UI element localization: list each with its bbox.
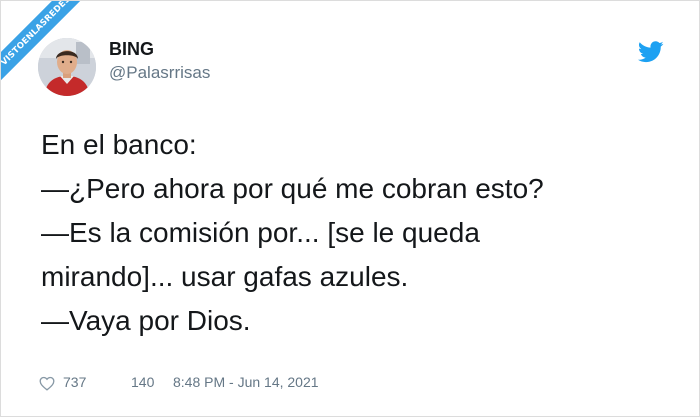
author-name[interactable]: BING: [109, 39, 154, 60]
tweet-text: En el banco: —¿Pero ahora por qué me cob…: [41, 123, 681, 343]
watermark-ribbon: VISTOENLASREDES: [1, 1, 93, 92]
retweet-count[interactable]: 140: [131, 374, 154, 390]
tweet-timestamp[interactable]: 8:48 PM - Jun 14, 2021: [173, 374, 319, 390]
tweet-text-line: mirando]... usar gafas azules.: [41, 261, 409, 292]
tweet-card: BING @Palasrrisas En el banco: —¿Pero ah…: [1, 1, 700, 417]
tweet-text-line: —Vaya por Dios.: [41, 305, 251, 336]
heart-icon[interactable]: [39, 376, 55, 391]
tweet-text-line: En el banco:: [41, 129, 197, 160]
tweet-card-page: VISTOENLASREDES BING @Palasrrisas En el …: [0, 0, 700, 417]
tweet-text-line: —¿Pero ahora por qué me cobran esto?: [41, 173, 544, 204]
twitter-bird-icon[interactable]: [637, 41, 664, 63]
author-handle[interactable]: @Palasrrisas: [109, 63, 210, 83]
like-count[interactable]: 737: [63, 374, 86, 390]
watermark-corner: VISTOENLASREDES: [1, 1, 93, 93]
tweet-text-line: —Es la comisión por... [se le queda: [41, 217, 480, 248]
